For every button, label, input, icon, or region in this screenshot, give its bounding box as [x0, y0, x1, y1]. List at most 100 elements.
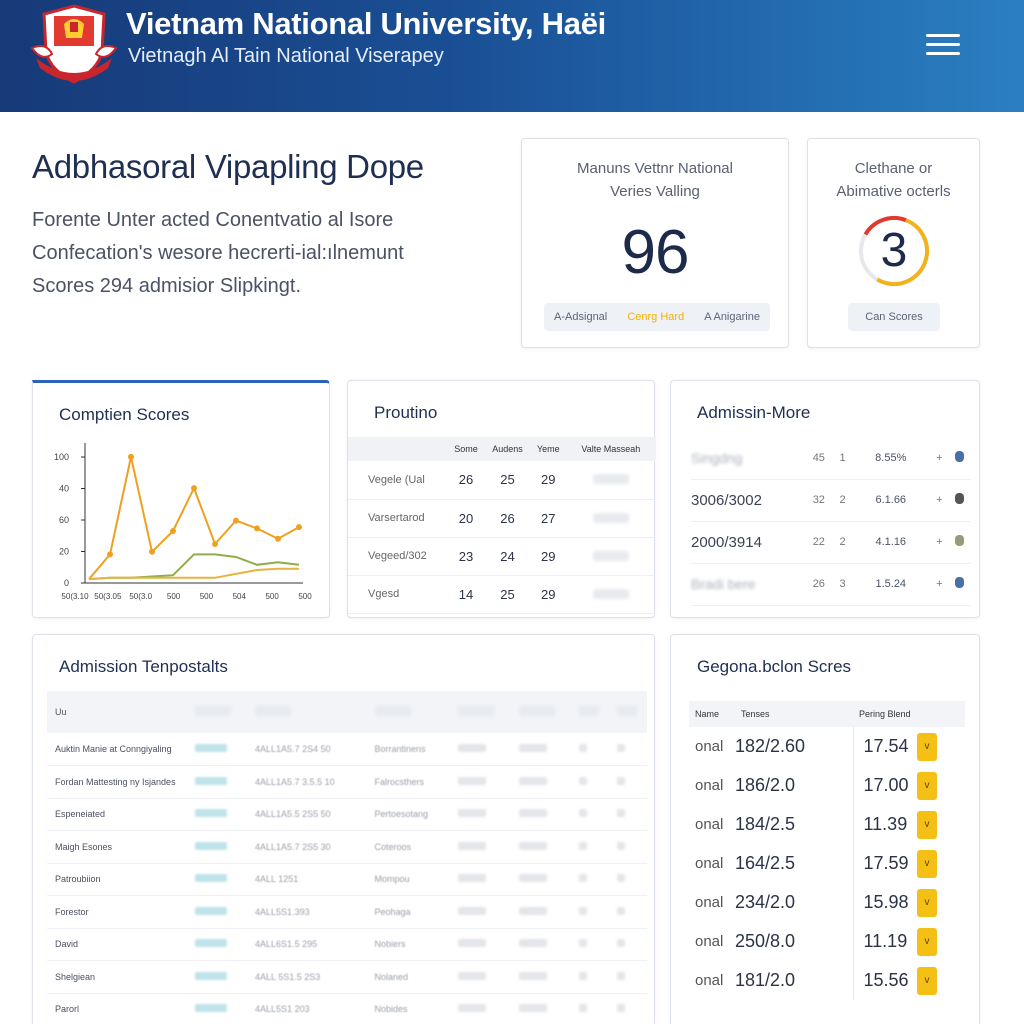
table-row[interactable]: Maigh Esones 4ALL1A5.7 2S5 30 Coteroos — [47, 830, 647, 864]
stat-tabs: A-Adsignal Cenrg Hard A Anigarine — [544, 303, 770, 331]
data-point — [212, 541, 218, 547]
table-row[interactable]: Bradi bere 26 3 1.5.24 + — [691, 563, 971, 606]
row-score: 184/2.5 — [735, 805, 854, 844]
row-code: 4ALL 5S1.5 2S3 — [247, 960, 367, 994]
column-header-blurred — [247, 691, 367, 733]
panel-title: Admissin-More — [697, 403, 811, 422]
table-row[interactable]: David 4ALL6S1.5 295 Nobiers — [47, 928, 647, 961]
data-point — [275, 535, 281, 542]
row-points: 17.54 — [863, 736, 909, 756]
blurred-cell — [570, 830, 609, 864]
expand-chevron-button[interactable]: v — [917, 771, 937, 800]
blurred-cell — [510, 895, 571, 929]
row-name: Forestor — [47, 895, 187, 929]
series-line-1 — [88, 553, 300, 581]
cell: 2 — [834, 479, 851, 522]
blurred-cell — [565, 537, 656, 576]
stat-tab-active[interactable]: Cenrg Hard — [627, 311, 684, 323]
table-row[interactable]: Patroubiion 4ALL 1251 Mompou — [47, 863, 647, 896]
expand-chevron-button[interactable]: v — [917, 810, 937, 839]
row-label: Varsertarod — [348, 499, 448, 538]
blurred-cell — [570, 895, 609, 929]
blurred-cell — [187, 733, 248, 766]
proutino-table: Some Audens Yeme Valte Masseah Vegele (U… — [348, 437, 656, 614]
row-type: Nolaned — [366, 960, 451, 994]
university-crest-logo[interactable] — [28, 2, 120, 86]
blurred-cell — [565, 499, 656, 538]
cell: 22 — [803, 521, 835, 564]
row-code: 4ALL1A5.5 2S5 50 — [247, 798, 367, 831]
stat-tab[interactable]: A-Adsignal — [554, 311, 607, 323]
table-row: onal 184/2.5 11.39 v — [689, 805, 965, 844]
y-tick-label: 0 — [64, 578, 69, 588]
panel-title: Proutino — [374, 403, 438, 422]
data-point — [128, 453, 134, 460]
row-name: onal — [695, 894, 724, 911]
blurred-cell — [187, 798, 248, 831]
row-action: v — [917, 805, 965, 844]
expand-chevron-button[interactable]: v — [917, 927, 937, 956]
x-tick-label: 504 — [233, 592, 247, 601]
table-row[interactable]: 3006/3002 32 2 6.1.66 + — [691, 479, 971, 522]
university-subtitle: Vietnagh Al Tain National Viserapey — [128, 45, 444, 67]
blurred-cell — [450, 765, 511, 799]
expand-chevron-button[interactable]: v — [917, 849, 937, 878]
table-row[interactable]: Auktin Manie at Conngiyaling 4ALL1A5.7 2S… — [47, 733, 647, 766]
blurred-cell — [510, 798, 571, 831]
cell: + — [931, 437, 948, 480]
admission-more-table: Singdng 45 1 8.55% + 3006/3002 32 2 6.1.… — [691, 437, 971, 606]
x-tick-label: 500 — [265, 592, 279, 601]
page-description: Forente Unter acted Conentvatio al Isore… — [32, 204, 502, 303]
cell: 23 — [448, 537, 485, 576]
table-row: onal 182/2.60 17.54 v — [689, 727, 965, 766]
column-header: Name — [689, 701, 735, 727]
table-row[interactable]: Espeneiated 4ALL1A5.5 2S5 50 Pertoesotang — [47, 798, 647, 831]
table-row[interactable]: 2000/3914 22 2 4.1.16 + — [691, 521, 971, 564]
panel-title: Admission Tenpostalts — [59, 657, 228, 676]
stat-value: 96 — [621, 218, 690, 287]
cell: 29 — [530, 461, 566, 500]
cell: + — [931, 563, 948, 606]
stat-label-line: Veries Valling — [610, 183, 700, 200]
description-line: Forente Unter acted Conentvatio al Isore — [32, 209, 394, 231]
info-dot-icon[interactable] — [947, 437, 971, 480]
blurred-cell — [187, 830, 248, 864]
blurred-cell — [608, 895, 647, 929]
cell: 24 — [484, 537, 531, 576]
row-label: Vegeed/302 — [348, 537, 448, 576]
row-type: Nobides — [366, 993, 451, 1024]
row-label: Vgesd — [348, 575, 448, 614]
row-points: 15.56 — [863, 970, 909, 990]
row-points: 11.39 — [863, 814, 908, 834]
expand-chevron-button[interactable]: v — [917, 888, 937, 917]
column-header: Tenses — [735, 701, 853, 727]
row-score: 234/2.0 — [735, 883, 854, 922]
cell: 6.1.66 — [850, 479, 932, 522]
table-row[interactable]: Singdng 45 1 8.55% + — [691, 437, 971, 480]
cell: + — [931, 521, 948, 564]
info-dot-icon[interactable] — [947, 521, 971, 564]
table-row[interactable]: Parorl 4ALL5S1 203 Nobides — [47, 993, 647, 1024]
table-row[interactable]: Shelgiean 4ALL 5S1.5 2S3 Nolaned — [47, 960, 647, 994]
blurred-cell — [450, 733, 511, 766]
info-dot-icon[interactable] — [947, 563, 971, 606]
blurred-cell — [450, 993, 511, 1024]
column-header-blurred — [366, 691, 451, 733]
expand-chevron-button[interactable]: v — [917, 966, 937, 995]
table-row[interactable]: Forestor 4ALL5S1.393 Peohaga — [47, 895, 647, 929]
can-scores-button[interactable]: Can Scores — [848, 303, 940, 331]
row-action: v — [917, 961, 965, 1000]
row-score: 182/2.60 — [735, 727, 854, 766]
info-dot-icon[interactable] — [947, 479, 971, 522]
cell: 20 — [448, 499, 485, 538]
row-name: Maigh Esones — [47, 830, 187, 864]
table-row[interactable]: Fordan Mattesting ny Isjandes 4ALL1A5.7 3… — [47, 765, 647, 799]
row-action: v — [917, 883, 965, 922]
hamburger-menu-icon[interactable] — [926, 34, 960, 60]
series-line-0 — [88, 456, 300, 580]
column-header-blurred — [608, 691, 647, 733]
expand-chevron-button[interactable]: v — [917, 732, 937, 761]
stat-tab[interactable]: A Anigarine — [704, 311, 760, 323]
row-code: 4ALL6S1.5 295 — [247, 928, 367, 961]
row-type: Peohaga — [366, 895, 451, 929]
